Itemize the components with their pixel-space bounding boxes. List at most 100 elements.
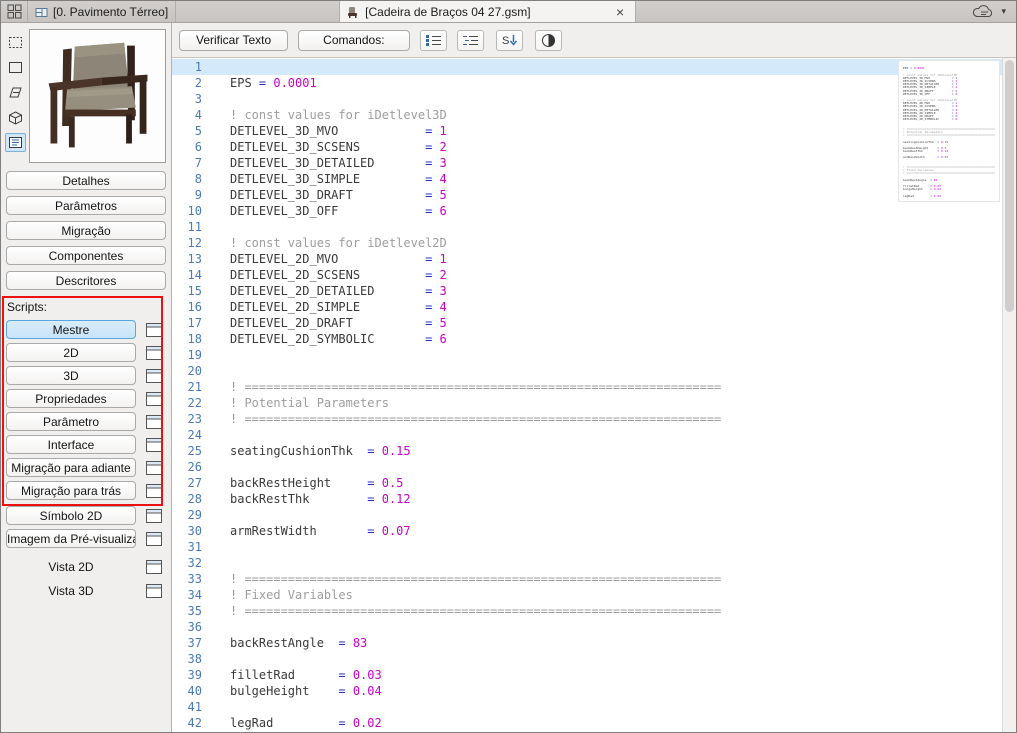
code-line[interactable]: 25seatingCushionThk = 0.15 — [172, 443, 1002, 459]
code-line[interactable]: 18DETLEVEL_2D_SYMBOLIC = 6 — [172, 331, 1002, 347]
script-button-mestre[interactable]: Mestre — [6, 320, 136, 339]
code-line[interactable]: 12! const values for iDetlevel2D — [172, 235, 1002, 251]
vertical-scrollbar[interactable] — [1002, 58, 1016, 732]
script-button-interface[interactable]: Interface — [6, 435, 136, 454]
tab-cadeira-gsm[interactable]: [Cadeira de Braços 04 27.gsm] × — [339, 1, 636, 22]
open-window-button[interactable] — [145, 414, 163, 430]
code-line[interactable]: 33! ====================================… — [172, 571, 1002, 587]
script-button-parametro[interactable]: Parâmetro — [6, 412, 136, 431]
open-window-button[interactable] — [145, 559, 163, 575]
open-window-button[interactable] — [145, 583, 163, 599]
quad-view-icon[interactable] — [1, 1, 27, 22]
open-window-button[interactable] — [145, 437, 163, 453]
code-line[interactable]: 31 — [172, 539, 1002, 555]
code-line[interactable]: 14DETLEVEL_2D_SCSENS = 2 — [172, 267, 1002, 283]
open-window-button[interactable] — [145, 368, 163, 384]
code-line[interactable]: 10DETLEVEL_3D_OFF = 6 — [172, 203, 1002, 219]
open-window-button[interactable] — [145, 322, 163, 338]
code-line[interactable]: 20 — [172, 363, 1002, 379]
code-line[interactable]: 1 — [172, 59, 1002, 75]
code-line[interactable]: 27backRestHeight = 0.5 — [172, 475, 1002, 491]
verify-text-button[interactable]: Verificar Texto — [179, 30, 288, 51]
code-line[interactable]: 26 — [172, 459, 1002, 475]
minimap[interactable]: EPS = 0.0001! const values for iDetlevel… — [899, 61, 999, 201]
marquee-icon[interactable] — [5, 33, 26, 52]
contrast-icon[interactable] — [535, 30, 562, 51]
sidebar: Detalhes Parâmetros Migração Componentes Des… — [1, 23, 171, 732]
code-line[interactable]: 13DETLEVEL_2D_MVO = 1 — [172, 251, 1002, 267]
view-3d-icon[interactable] — [5, 108, 26, 127]
open-window-button[interactable] — [145, 460, 163, 476]
code-line[interactable]: 23! ====================================… — [172, 411, 1002, 427]
dropdown-caret-icon[interactable]: ▾ — [1001, 6, 1006, 17]
nav-button-componentes[interactable]: Componentes — [6, 246, 166, 265]
script-button-2d[interactable]: 2D — [6, 343, 136, 362]
code-area[interactable]: 12EPS = 0.000134! const values for iDetl… — [172, 58, 1002, 732]
line-number: 16 — [172, 299, 208, 315]
nav-button-migracao[interactable]: Migração — [6, 221, 166, 240]
script-button-migracao-para-tras[interactable]: Migração para trás — [6, 481, 136, 500]
code-line[interactable]: 32 — [172, 555, 1002, 571]
line-number: 15 — [172, 283, 208, 299]
sort-lines-icon[interactable]: S — [496, 30, 523, 51]
code-line[interactable]: 28backRestThk = 0.12 — [172, 491, 1002, 507]
open-window-button[interactable] — [145, 345, 163, 361]
code-line[interactable]: 7DETLEVEL_3D_DETAILED = 3 — [172, 155, 1002, 171]
code-line[interactable]: 29 — [172, 507, 1002, 523]
button-simbolo-2d[interactable]: Símbolo 2D — [6, 506, 136, 525]
tab-pavimento-terreo[interactable]: [0. Pavimento Térreo] — [27, 1, 176, 22]
script-button-propriedades[interactable]: Propriedades — [6, 389, 136, 408]
code-line[interactable]: 36 — [172, 619, 1002, 635]
code-line[interactable]: 24 — [172, 427, 1002, 443]
numbered-list-icon[interactable] — [420, 30, 447, 51]
code-line[interactable]: 8DETLEVEL_3D_SIMPLE = 4 — [172, 171, 1002, 187]
open-window-button[interactable] — [145, 508, 163, 524]
code-line[interactable]: 16DETLEVEL_2D_SIMPLE = 4 — [172, 299, 1002, 315]
commands-button[interactable]: Comandos: — [298, 30, 409, 51]
symbol-2d-icon[interactable] — [5, 58, 26, 77]
code-line[interactable]: 34! Fixed Variables — [172, 587, 1002, 603]
code-line[interactable]: 9DETLEVEL_3D_DRAFT = 5 — [172, 187, 1002, 203]
code-line[interactable]: 37backRestAngle = 83 — [172, 635, 1002, 651]
plan-view-icon[interactable] — [5, 83, 26, 102]
open-window-button[interactable] — [145, 531, 163, 547]
object-preview[interactable] — [29, 29, 166, 163]
close-icon[interactable]: × — [612, 5, 628, 19]
code-line[interactable]: 17DETLEVEL_2D_DRAFT = 5 — [172, 315, 1002, 331]
code-line[interactable]: 22! Potential Parameters — [172, 395, 1002, 411]
code-line[interactable]: 2EPS = 0.0001 — [172, 75, 1002, 91]
code-line[interactable]: 21! ====================================… — [172, 379, 1002, 395]
code-line[interactable]: 6DETLEVEL_3D_SCSENS = 2 — [172, 139, 1002, 155]
nav-button-detalhes[interactable]: Detalhes — [6, 171, 166, 190]
code-line[interactable]: 38 — [172, 651, 1002, 667]
code-line[interactable]: 30armRestWidth = 0.07 — [172, 523, 1002, 539]
scrollbar-thumb[interactable] — [1005, 60, 1014, 312]
script-view-icon[interactable] — [5, 133, 26, 152]
script-button-migracao-para-adiante[interactable]: Migração para adiante — [6, 458, 136, 477]
code-line[interactable]: 3 — [172, 91, 1002, 107]
script-button-3d[interactable]: 3D — [6, 366, 136, 385]
nav-button-descritores[interactable]: Descritores — [6, 271, 166, 290]
code-line[interactable]: 40bulgeHeight = 0.04 — [172, 683, 1002, 699]
code-line[interactable]: 4! const values for iDetlevel3D — [172, 107, 1002, 123]
button-imagem-da-pre-visualizacao[interactable]: Imagem da Pré-visualização — [6, 529, 136, 548]
nav-button-parametros[interactable]: Parâmetros — [6, 196, 166, 215]
code-line[interactable]: 5DETLEVEL_3D_MVO = 1 — [172, 123, 1002, 139]
open-window-button[interactable] — [145, 391, 163, 407]
minimap-line: ! ======================================… — [903, 134, 995, 137]
indent-list-icon[interactable] — [457, 30, 484, 51]
code-line[interactable]: 35! ====================================… — [172, 603, 1002, 619]
code-line[interactable]: 41 — [172, 699, 1002, 715]
code-line[interactable]: 11 — [172, 219, 1002, 235]
code-line[interactable]: 19 — [172, 347, 1002, 363]
window-icon — [146, 438, 162, 452]
code-line[interactable]: 42legRad = 0.02 — [172, 715, 1002, 731]
cloud-sync-icon[interactable] — [971, 4, 997, 19]
code-token: 83 — [353, 636, 367, 650]
minimap-token: 0.0001 — [914, 67, 925, 70]
scripts-list: Mestre 2D 3D Propriedades Parâmetro Interface… — [1, 320, 171, 500]
open-window-button[interactable] — [145, 483, 163, 499]
code-line[interactable]: 15DETLEVEL_2D_DETAILED = 3 — [172, 283, 1002, 299]
code-token: = — [425, 140, 439, 154]
code-line[interactable]: 39filletRad = 0.03 — [172, 667, 1002, 683]
